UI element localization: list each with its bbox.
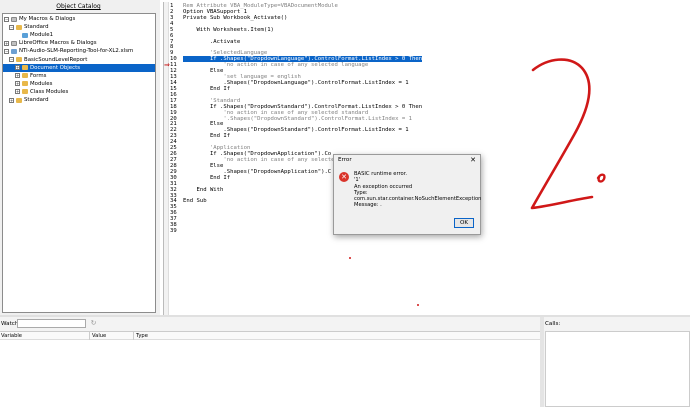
dialog-title: Error — [338, 157, 352, 163]
watch-table[interactable]: Variable Value Type — [0, 331, 540, 407]
expander-icon[interactable]: − — [9, 57, 14, 62]
tree-item[interactable]: − My Macros & Dialogs — [3, 15, 155, 23]
current-line-arrow-icon: ⇒ — [164, 61, 170, 69]
expander-icon[interactable]: − — [4, 48, 9, 54]
breakpoint-gutter[interactable] — [164, 2, 169, 315]
column-separator[interactable] — [89, 332, 90, 340]
tree-item[interactable]: + Document Objects — [3, 63, 155, 72]
code-line-text: .Activate — [183, 38, 241, 45]
error-icon: ✕ — [339, 172, 349, 182]
code-line-text: With Worksheets.Item(1) — [183, 26, 274, 33]
tree-item-label: Class Modules — [30, 88, 69, 95]
column-header-type[interactable]: Type — [136, 333, 148, 339]
close-icon[interactable]: ✕ — [469, 156, 477, 164]
tree-item[interactable]: + Forms — [3, 72, 155, 80]
code-line-text: End If — [183, 133, 231, 140]
tree-item[interactable]: Module1 — [3, 31, 155, 39]
tree-item[interactable]: + LibreOffice Macros & Dialogs — [3, 39, 155, 47]
tree-item-label: Forms — [30, 72, 47, 79]
folder-icon — [22, 89, 28, 95]
watch-input[interactable] — [17, 319, 86, 328]
column-header-value[interactable]: Value — [92, 333, 106, 339]
expander-icon[interactable]: + — [4, 40, 9, 46]
doc-icon — [11, 48, 17, 54]
folder-icon — [16, 57, 22, 62]
tree-item-label: BasicSoundLevelReport — [24, 56, 88, 63]
calls-panel: Calls: — [544, 317, 690, 407]
dialog-message-line: Type: com.sun.star.container.NoSuchEleme… — [354, 189, 482, 203]
lib-icon — [11, 16, 17, 22]
tree-item[interactable]: + Standard — [3, 96, 155, 104]
lib-icon — [11, 40, 17, 46]
expander-icon[interactable]: + — [15, 73, 20, 79]
calls-label: Calls: — [545, 321, 561, 327]
tree-item-label: My Macros & Dialogs — [19, 16, 76, 22]
tree-item[interactable]: − BasicSoundLevelReport — [3, 56, 155, 64]
column-header-variable[interactable]: Variable — [1, 333, 22, 339]
mod-icon — [22, 32, 28, 38]
folder-icon — [16, 97, 22, 103]
tree-item[interactable]: + Class Modules — [3, 88, 155, 96]
folder-icon — [22, 81, 28, 87]
column-separator[interactable] — [133, 332, 134, 340]
expander-icon[interactable]: + — [9, 97, 14, 103]
error-dialog: Error ✕ ✕ BASIC runtime error. '1' An ex… — [333, 154, 481, 235]
object-catalog-title: Object Catalog — [56, 3, 101, 10]
tree-item-label: LibreOffice Macros & Dialogs — [19, 40, 97, 47]
object-catalog-panel: Object Catalog − My Macros & Dialogs − Stan… — [0, 0, 160, 317]
tree-item[interactable]: + Modules — [3, 80, 155, 88]
code-line-text: End Sub — [183, 198, 207, 205]
folder-icon — [22, 73, 28, 79]
tree-item-label: Module1 — [30, 32, 54, 39]
tree-item-label: Modules — [30, 80, 53, 87]
tree-item[interactable]: − Standard — [3, 23, 155, 31]
tree-item-label: Standard — [24, 24, 49, 31]
object-catalog-tree[interactable]: − My Macros & Dialogs − Standard Module1 + Lib… — [2, 13, 156, 313]
expander-icon[interactable]: + — [15, 65, 20, 71]
dialog-message: BASIC runtime error. '1' An exception oc… — [354, 171, 481, 209]
line-number: 39 — [170, 228, 177, 235]
expander-icon[interactable]: + — [15, 81, 20, 87]
tree-item-label: Standard — [24, 97, 49, 103]
code-line-text: End If — [183, 85, 231, 92]
tree-item-label: Document Objects — [30, 64, 81, 71]
expander-icon[interactable]: − — [4, 16, 9, 22]
folder-icon — [22, 65, 28, 71]
tree-item-label: NTi-Audio-SLM-Reporting-Tool-for-XL2.xls… — [19, 48, 134, 55]
remove-watch-icon[interactable]: ↻ — [89, 319, 98, 328]
dialog-message-line: Message: . — [354, 202, 382, 209]
watch-panel: Watch: ↻ Variable Value Type — [0, 317, 540, 407]
line-numbers: 1 2 3 4 5 6 7 8 9 10 11 12 13 14 15 16 17 18 19 20 21 22 23 24 2… — [170, 3, 180, 235]
calls-list[interactable] — [545, 331, 690, 407]
ok-button[interactable]: OK — [454, 218, 474, 228]
expander-icon[interactable]: + — [15, 89, 20, 95]
code-line-text: End If — [183, 174, 231, 181]
code-line-text: End With — [183, 186, 224, 193]
tree-item[interactable]: − NTi-Audio-SLM-Reporting-Tool-for-XL2.xl… — [3, 47, 155, 55]
code-line-text: Private Sub Workbook_Activate() — [183, 14, 288, 21]
watch-table-header: Variable Value Type — [0, 332, 540, 340]
expander-icon[interactable]: − — [9, 24, 14, 30]
folder-icon — [16, 24, 22, 30]
